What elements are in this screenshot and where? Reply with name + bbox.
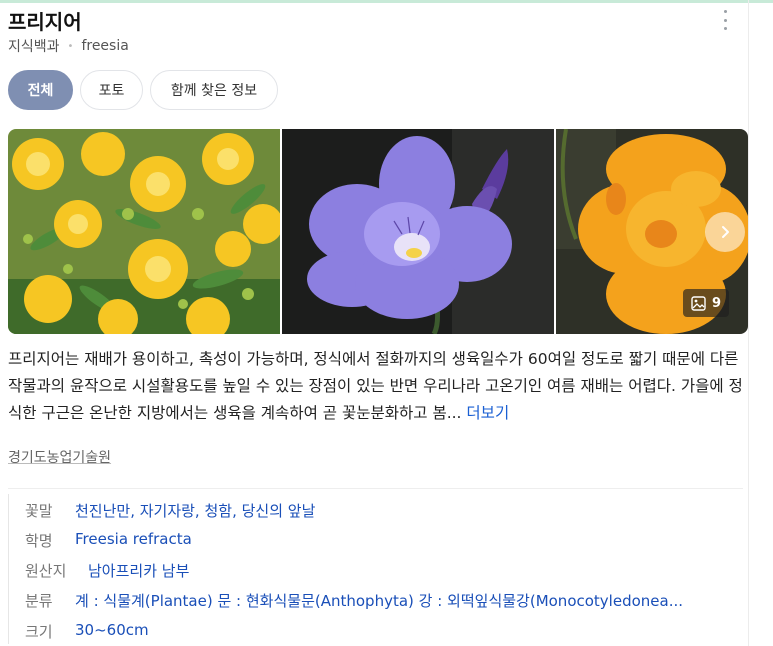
tab-photo[interactable]: 포토 — [80, 70, 143, 110]
separator-dot: • — [67, 40, 74, 52]
info-value: 남아프리카 남부 — [88, 562, 190, 580]
info-key: 크기 — [25, 623, 53, 641]
description: 프리지어는 재배가 용이하고, 촉성이 가능하며, 정식에서 절화까지의 생육일… — [8, 346, 743, 427]
info-row-classification: 분류 계 : 식물계(Plantae) 문 : 현화식물문(Anthophyta… — [25, 590, 683, 611]
gallery-image-purple-freesia[interactable] — [282, 129, 554, 334]
image-gallery — [8, 129, 748, 334]
info-row-size: 크기 30~60cm — [25, 621, 149, 642]
info-table: 꽃말 천진난만, 자기자랑, 청함, 당신의 앞날 학명 Freesia ref… — [8, 490, 743, 646]
description-text: 프리지어는 재배가 용이하고, 촉성이 가능하며, 정식에서 절화까지의 생육일… — [8, 350, 743, 422]
tab-all[interactable]: 전체 — [8, 70, 73, 110]
info-row-origin: 원산지 남아프리카 남부 — [25, 560, 189, 581]
tab-bar: 전체 포토 함께 찾은 정보 — [8, 70, 278, 110]
info-row-scientific-name: 학명 Freesia refracta — [25, 530, 192, 551]
info-key: 분류 — [25, 592, 53, 610]
info-value: 30~60cm — [75, 621, 149, 639]
subtitle: 지식백과 • freesia — [8, 36, 129, 56]
tab-related-info[interactable]: 함께 찾은 정보 — [150, 70, 278, 110]
page-title: 프리지어 — [8, 10, 82, 34]
info-table-left-rule — [8, 494, 9, 644]
top-accent-line — [0, 0, 773, 3]
info-key: 학명 — [25, 532, 53, 550]
gallery-image-yellow-freesia[interactable] — [8, 129, 280, 334]
info-value: Freesia refracta — [75, 530, 192, 548]
photo-count-badge[interactable]: 9 — [683, 289, 730, 317]
image-icon — [691, 295, 706, 311]
info-row-flower-language: 꽃말 천진난만, 자기자랑, 청함, 당신의 앞날 — [25, 500, 315, 521]
info-key: 원산지 — [25, 562, 67, 580]
more-link[interactable]: 더보기 — [466, 404, 509, 422]
info-value: 계 : 식물계(Plantae) 문 : 현화식물문(Anthophyta) 강… — [75, 592, 684, 610]
subtitle-source[interactable]: 지식백과 — [8, 36, 60, 56]
more-options-icon[interactable] — [719, 10, 731, 30]
section-divider — [8, 488, 743, 489]
chevron-right-icon — [722, 226, 729, 238]
subtitle-term: freesia — [81, 38, 129, 54]
info-value: 천진난만, 자기자랑, 청함, 당신의 앞날 — [75, 502, 316, 520]
info-key: 꽃말 — [25, 502, 53, 520]
panel-right-border — [748, 0, 749, 646]
source-link[interactable]: 경기도농업기술원 — [8, 447, 111, 467]
gallery-next-button[interactable] — [705, 212, 745, 252]
photo-count: 9 — [712, 295, 722, 311]
